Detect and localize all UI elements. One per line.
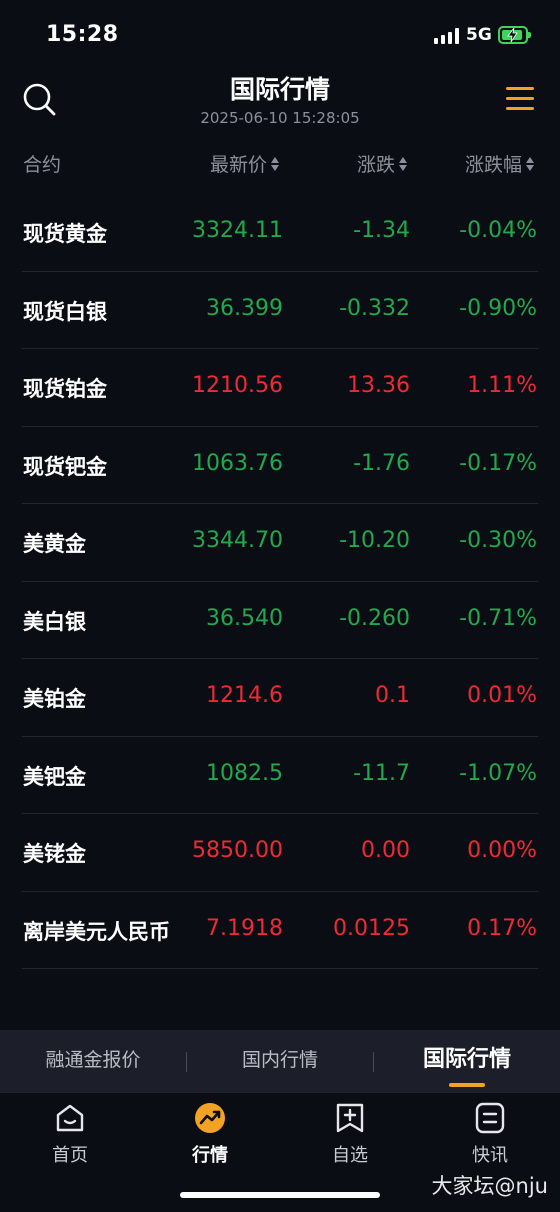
quote-price: 1082.5 (206, 760, 283, 786)
tab-domestic-market[interactable]: 国内行情 (187, 1030, 373, 1092)
signal-icon (434, 28, 460, 44)
column-price-sort[interactable]: 最新价 (210, 150, 279, 177)
network-label: 5G (466, 25, 492, 45)
column-pct-label: 涨跌幅 (464, 154, 522, 176)
quote-row[interactable]: 美黄金 3344.70 -10.20 -0.30% (0, 504, 560, 582)
quote-row[interactable]: 现货铂金 1210.56 13.36 1.11% (0, 349, 560, 427)
quote-row[interactable]: 美白银 36.540 -0.260 -0.71% (0, 582, 560, 660)
quote-name: 现货钯金 (23, 454, 107, 479)
quote-row[interactable]: 现货黄金 3324.11 -1.34 -0.04% (0, 194, 560, 272)
quote-price: 3344.70 (192, 528, 283, 553)
home-icon (56, 1104, 84, 1132)
nav-home[interactable]: 首页 (0, 1101, 140, 1167)
home-indicator[interactable] (180, 1192, 380, 1198)
nav-news[interactable]: 快讯 (420, 1101, 560, 1167)
quote-name: 美铂金 (23, 687, 86, 711)
nav-label: 行情 (192, 1145, 228, 1166)
nav-label: 自选 (332, 1145, 368, 1166)
column-change-label: 涨跌 (356, 154, 395, 176)
quote-pct: 0.00% (467, 838, 537, 863)
battery-icon (498, 26, 531, 44)
quote-name: 美黄金 (23, 532, 86, 556)
quote-change: 13.36 (347, 373, 410, 398)
sort-icon (526, 156, 534, 171)
quote-pct: -0.71% (459, 605, 537, 631)
sort-icon (271, 156, 279, 171)
column-headers: 合约 最新价 涨跌 涨跌幅 (0, 140, 560, 186)
quote-pct: -1.07% (459, 760, 537, 786)
quote-pct: 0.01% (467, 683, 537, 708)
quote-pct: -0.17% (459, 450, 537, 476)
quote-name: 现货白银 (23, 299, 107, 324)
nav-label: 快讯 (472, 1145, 508, 1166)
page-title: 国际行情 (229, 75, 330, 104)
quote-change: -10.20 (339, 528, 410, 553)
quote-name: 美铑金 (23, 842, 86, 866)
sort-icon (399, 156, 407, 171)
column-name: 合约 (23, 150, 61, 177)
quote-name: 美钯金 (23, 764, 86, 789)
quote-change: 0.00 (361, 838, 410, 863)
active-tab-indicator (449, 1083, 485, 1087)
quote-price: 1210.56 (192, 373, 283, 398)
quote-name: 现货黄金 (23, 222, 107, 246)
menu-icon[interactable] (506, 87, 534, 111)
quote-row[interactable]: 美钯金 1082.5 -11.7 -1.07% (0, 737, 560, 815)
quote-name: 离岸美元人民币 (23, 919, 170, 944)
quote-change: 0.1 (375, 683, 410, 708)
nav-label: 首页 (52, 1145, 88, 1166)
nav-market[interactable]: 行情 (140, 1101, 280, 1167)
quote-row[interactable]: 现货白银 36.399 -0.332 -0.90% (0, 272, 560, 350)
quote-change: 0.0125 (333, 915, 410, 941)
quote-pct: 0.17% (467, 915, 537, 941)
quote-row[interactable]: 现货钯金 1063.76 -1.76 -0.17% (0, 427, 560, 505)
quote-row[interactable]: 离岸美元人民币 7.1918 0.0125 0.17% (0, 892, 560, 970)
market-icon (195, 1103, 225, 1133)
column-pct-sort[interactable]: 涨跌幅 (465, 150, 534, 177)
quote-price: 3324.11 (192, 218, 283, 243)
column-name-label: 合约 (23, 154, 62, 176)
quote-change: -0.332 (339, 295, 410, 321)
watermark: 大家坛@nju (431, 1174, 548, 1198)
quote-price: 5850.00 (192, 838, 283, 863)
quote-price: 1214.6 (206, 683, 283, 708)
quote-name: 现货铂金 (23, 377, 107, 401)
quote-price: 1063.76 (192, 450, 283, 476)
status-bar: 15:28 5G (0, 0, 560, 62)
column-price-label: 最新价 (209, 154, 267, 176)
header: 国际行情 2025-06-10 15:28:05 (0, 62, 560, 136)
watchlist-icon (336, 1103, 364, 1133)
quote-price: 36.399 (206, 295, 283, 321)
quote-pct: -0.30% (459, 528, 537, 553)
tab-rongtongjin-quotes[interactable]: 融通金报价 (0, 1030, 186, 1092)
quote-price: 36.540 (206, 605, 283, 631)
quote-change: -11.7 (353, 760, 410, 786)
update-timestamp: 2025-06-10 15:28:05 (200, 109, 360, 127)
news-icon (475, 1102, 505, 1134)
quote-row[interactable]: 美铑金 5850.00 0.00 0.00% (0, 814, 560, 892)
quote-pct: -0.90% (459, 295, 537, 321)
quote-list: 现货黄金 3324.11 -1.34 -0.04% 现货白银 36.399 -0… (0, 194, 560, 969)
quote-row[interactable]: 美铂金 1214.6 0.1 0.01% (0, 659, 560, 737)
market-segment-tabs: 融通金报价 国内行情 国际行情 (0, 1030, 560, 1092)
quote-change: -0.260 (339, 605, 410, 631)
nav-watchlist[interactable]: 自选 (280, 1101, 420, 1167)
quote-pct: -0.04% (459, 218, 537, 243)
column-change-sort[interactable]: 涨跌 (357, 150, 407, 177)
quote-price: 7.1918 (206, 915, 283, 941)
quote-name: 美白银 (23, 609, 86, 634)
quote-change: -1.34 (353, 218, 410, 243)
quote-change: -1.76 (353, 450, 410, 476)
status-time: 15:28 (46, 22, 119, 47)
quote-pct: 1.11% (467, 373, 537, 398)
